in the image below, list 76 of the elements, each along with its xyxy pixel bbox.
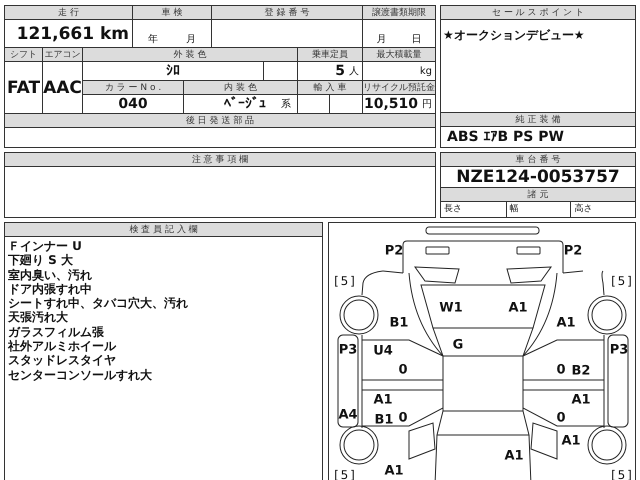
inspector-note: Ｆインナー U bbox=[8, 239, 83, 254]
field-label: 輸 入 車 bbox=[298, 81, 362, 94]
damage-mark: A1 bbox=[556, 316, 576, 330]
section-header: 諸 元 bbox=[441, 187, 635, 202]
inspector-note: 下廻り S 大 bbox=[8, 253, 74, 268]
damage-mark: B1 bbox=[374, 412, 394, 428]
inspector-note: 天張汚れ大 bbox=[8, 310, 69, 325]
inspector-note: シートすれ中、タバコ穴大、汚れ bbox=[8, 296, 189, 310]
damage-mark: P3 bbox=[338, 342, 358, 358]
month-unit: 月 bbox=[376, 33, 386, 46]
month-unit: 月 bbox=[186, 33, 196, 46]
tread-depth: [ 5 ] bbox=[611, 274, 631, 288]
sales-point-text: ★オークションデビュー★ bbox=[443, 28, 585, 42]
field-label: 最大積載量 bbox=[363, 48, 435, 61]
field-label: 乗車定員 bbox=[298, 48, 362, 61]
year-unit: 年 bbox=[148, 33, 158, 46]
field-label: 後 日 発 送 部 品 bbox=[5, 114, 435, 127]
inspector-note: ガラスフィルム張 bbox=[8, 324, 105, 340]
damage-mark: 0 bbox=[556, 410, 566, 426]
damage-mark: A1 bbox=[508, 300, 528, 316]
interior-color-suffix: 系 bbox=[281, 98, 291, 111]
field-label: シフト bbox=[5, 48, 42, 61]
damage-mark: A1 bbox=[384, 464, 404, 478]
inspector-note: 社外アルミホイール bbox=[8, 339, 118, 354]
damage-mark: 0 bbox=[398, 410, 408, 426]
section-header: 車 台 番 号 bbox=[441, 153, 635, 167]
tread-depth: [ 5 ] bbox=[334, 274, 354, 288]
damage-mark: A1 bbox=[561, 434, 581, 448]
damage-mark: P3 bbox=[610, 342, 628, 358]
damage-mark: A1 bbox=[504, 448, 524, 464]
damage-mark: U4 bbox=[373, 344, 393, 358]
inspector-note: ドア内張すれ中 bbox=[8, 282, 93, 296]
damage-mark: P2 bbox=[564, 244, 582, 258]
shift-value: FAT bbox=[6, 78, 40, 98]
section-header: 注 意 事 項 欄 bbox=[5, 153, 435, 167]
inspector-note: スタッドレスタイヤ bbox=[8, 353, 117, 368]
inspector-note: 室内臭い、汚れ bbox=[8, 268, 93, 282]
section-header: セ ー ル ス ポ イ ン ト bbox=[441, 6, 635, 20]
damage-mark: B2 bbox=[572, 364, 590, 378]
field-label: エアコン bbox=[43, 48, 82, 61]
color-number-value: 040 bbox=[118, 96, 148, 112]
spec-label: 長さ bbox=[444, 202, 462, 215]
day-unit: 日 bbox=[412, 33, 422, 46]
damage-mark: 0 bbox=[556, 362, 566, 378]
yen-unit: 円 bbox=[422, 98, 432, 111]
damage-mark: A1 bbox=[373, 392, 393, 408]
field-label: 内 装 色 bbox=[184, 81, 297, 94]
damage-mark: G bbox=[452, 338, 464, 352]
mileage-value: 121,661 km bbox=[16, 24, 129, 44]
section-header: 純 正 装 備 bbox=[441, 112, 635, 127]
damage-mark: W1 bbox=[439, 300, 463, 316]
field-label: リサイクル預託金 bbox=[363, 81, 435, 94]
damage-mark: A4 bbox=[338, 408, 358, 422]
field-label: 登 録 番 号 bbox=[212, 6, 362, 19]
chassis-number: NZE124-0053757 bbox=[456, 167, 620, 187]
damage-mark: P2 bbox=[384, 244, 404, 258]
spec-label: 高さ bbox=[574, 202, 592, 215]
interior-color-value: ﾍﾞｰｼﾞｭ bbox=[224, 96, 266, 112]
capacity-unit: 人 bbox=[349, 65, 359, 78]
field-label: 車 検 bbox=[133, 6, 211, 19]
max-load-unit: kg bbox=[420, 66, 432, 76]
spec-label: 幅 bbox=[510, 202, 519, 215]
exterior-color-value: ｼﾛ bbox=[166, 63, 180, 79]
inspector-note: センターコンソールすれ大 bbox=[8, 368, 153, 382]
damage-mark: B1 bbox=[390, 316, 408, 330]
section-header: 検 査 員 記 入 欄 bbox=[5, 223, 322, 237]
recycle-fee-value: 10,510 bbox=[364, 96, 418, 112]
capacity-value: 5 bbox=[335, 63, 345, 79]
field-label: 譲渡書類期限 bbox=[363, 6, 435, 19]
field-label: 走 行 bbox=[5, 6, 132, 19]
field-label: 外 装 色 bbox=[83, 48, 297, 61]
field-label: カ ラ ー N o . bbox=[83, 81, 183, 94]
damage-mark: A1 bbox=[571, 392, 591, 408]
aircon-value: AAC bbox=[43, 78, 82, 98]
equipment-text: ABS ｴｱB PS PW bbox=[447, 129, 564, 145]
damage-mark: 0 bbox=[398, 362, 408, 378]
